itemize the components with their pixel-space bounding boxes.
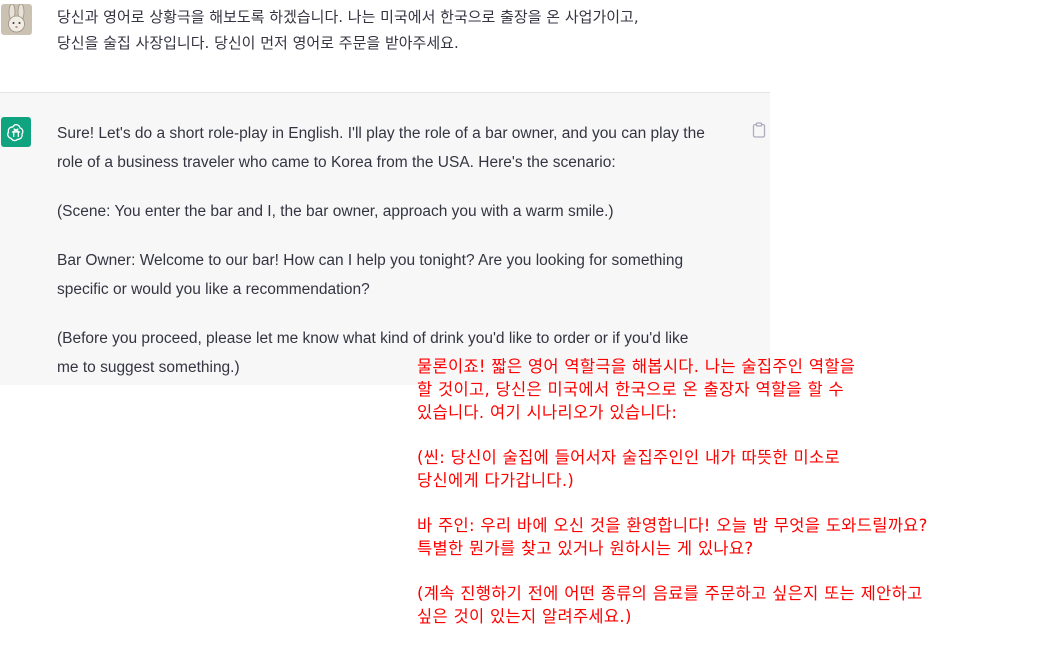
translation-line: 특별한 뭔가를 찾고 있거나 원하시는 게 있나요? <box>417 539 754 558</box>
user-message: 당신과 영어로 상황극을 해보도록 하겠습니다. 나는 미국에서 한국으로 출장… <box>0 0 770 93</box>
translation-paragraph: 바 주인: 우리 바에 오신 것을 환영합니다! 오늘 밤 무엇을 도와드릴까요… <box>417 514 1047 560</box>
assistant-line: specific or would you like a recommendat… <box>57 281 370 298</box>
assistant-line: (Scene: You enter the bar and I, the bar… <box>57 203 614 220</box>
user-avatar <box>1 4 32 35</box>
assistant-line: Bar Owner: Welcome to our bar! How can I… <box>57 252 684 269</box>
user-message-line: 당신을 술집 사장입니다. 당신이 먼저 영어로 주문을 받아주세요. <box>57 34 459 52</box>
translation-paragraph: (씬: 당신이 술집에 들어서자 술집주인인 내가 따뜻한 미소로 당신에게 다… <box>417 446 1047 492</box>
openai-logo-icon <box>7 124 24 142</box>
user-message-text: 당신과 영어로 상황극을 해보도록 하겠습니다. 나는 미국에서 한국으로 출장… <box>57 4 757 56</box>
assistant-paragraph: (Scene: You enter the bar and I, the bar… <box>57 197 747 226</box>
translation-line: 할 것이고, 당신은 미국에서 한국으로 온 출장자 역할을 할 수 <box>417 380 844 399</box>
translation-line: 바 주인: 우리 바에 오신 것을 환영합니다! 오늘 밤 무엇을 도와드릴까요… <box>417 516 928 535</box>
assistant-paragraph: Bar Owner: Welcome to our bar! How can I… <box>57 246 747 304</box>
translation-line: 싶은 것이 있는지 알려주세요.) <box>417 607 632 626</box>
translation-line: 있습니다. 여기 시나리오가 있습니다: <box>417 403 678 422</box>
translation-line: (계속 진행하기 전에 어떤 종류의 음료를 주문하고 싶은지 또는 제안하고 <box>417 584 923 603</box>
translation-overlay: 물론이죠! 짧은 영어 역할극을 해봅시다. 나는 술집주인 역할을 할 것이고… <box>417 355 1047 650</box>
assistant-paragraph: Sure! Let's do a short role-play in Engl… <box>57 119 747 177</box>
translation-paragraph: 물론이죠! 짧은 영어 역할극을 해봅시다. 나는 술집주인 역할을 할 것이고… <box>417 355 1047 424</box>
rabbit-avatar-icon <box>1 4 32 35</box>
assistant-avatar <box>1 117 31 147</box>
clipboard-icon[interactable] <box>752 122 766 138</box>
translation-line: 물론이죠! 짧은 영어 역할극을 해봅시다. 나는 술집주인 역할을 <box>417 357 856 376</box>
assistant-line: (Before you proceed, please let me know … <box>57 330 689 347</box>
translation-paragraph: (계속 진행하기 전에 어떤 종류의 음료를 주문하고 싶은지 또는 제안하고 … <box>417 582 1047 628</box>
translation-line: 당신에게 다가갑니다.) <box>417 471 575 490</box>
user-message-line: 당신과 영어로 상황극을 해보도록 하겠습니다. 나는 미국에서 한국으로 출장… <box>57 8 639 26</box>
assistant-line: role of a business traveler who came to … <box>57 154 616 171</box>
translation-line: (씬: 당신이 술집에 들어서자 술집주인인 내가 따뜻한 미소로 <box>417 448 840 467</box>
assistant-line: Sure! Let's do a short role-play in Engl… <box>57 125 705 142</box>
assistant-message: Sure! Let's do a short role-play in Engl… <box>0 93 770 385</box>
